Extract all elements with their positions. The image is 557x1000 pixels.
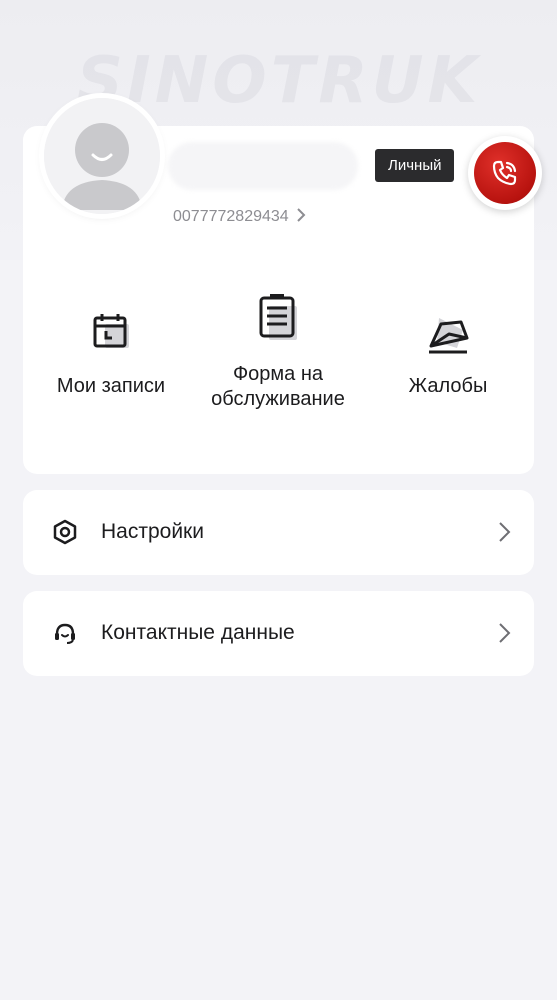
form-clipboard-icon — [253, 292, 303, 351]
calendar-icon — [87, 308, 135, 363]
default-user-icon — [44, 98, 160, 214]
my-records-button[interactable]: Мои записи — [41, 304, 181, 404]
avatar[interactable] — [44, 98, 160, 214]
call-button[interactable] — [468, 136, 542, 210]
headset-icon — [52, 620, 78, 646]
chevron-right-icon — [498, 622, 512, 644]
chevron-right-icon — [296, 208, 306, 226]
service-form-label: Форма на обслуживание — [211, 363, 345, 410]
settings-row[interactable]: Настройки — [23, 490, 534, 575]
phone-row[interactable]: 0077772829434 — [173, 208, 306, 226]
settings-label: Настройки — [101, 520, 204, 543]
complaint-envelope-icon — [423, 308, 473, 365]
my-records-label: Мои записи — [56, 375, 166, 397]
phone-number: 0077772829434 — [173, 208, 289, 225]
complaints-button[interactable]: Жалобы — [383, 304, 513, 404]
service-form-button[interactable]: Форма на обслуживание — [193, 292, 363, 412]
contact-data-row[interactable]: Контактные данные — [23, 591, 534, 676]
user-name-placeholder — [168, 142, 358, 190]
chevron-right-icon — [498, 521, 512, 543]
complaints-label: Жалобы — [408, 375, 488, 397]
phone-call-icon — [474, 142, 536, 204]
account-type-badge: Личный — [375, 149, 455, 182]
contact-data-label: Контактные данные — [101, 621, 295, 644]
hexagon-settings-icon — [52, 519, 78, 545]
